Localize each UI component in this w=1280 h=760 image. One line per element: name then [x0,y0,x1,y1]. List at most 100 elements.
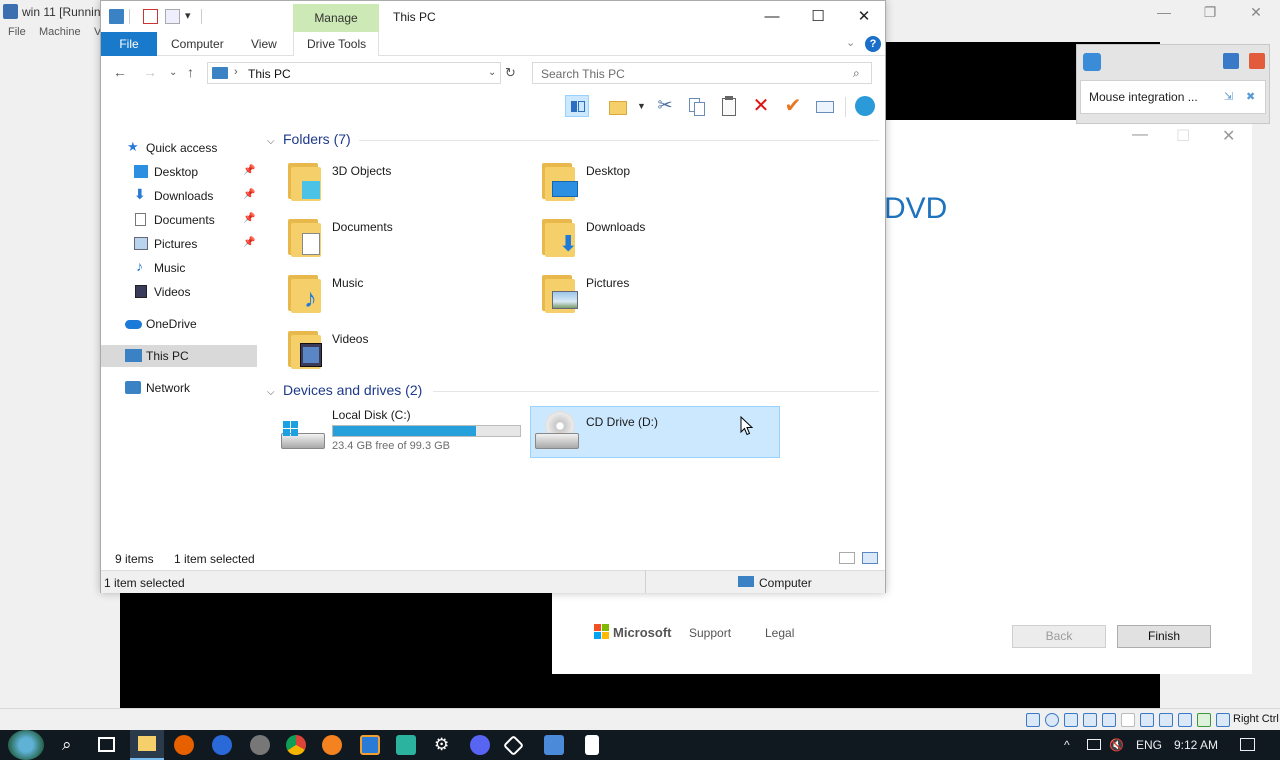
nav-item-desktop[interactable]: Desktop 📌 [101,161,257,183]
folder-pictures-icon[interactable] [542,273,578,313]
folder-label[interactable]: Desktop [586,164,630,178]
tab-file[interactable]: File [101,32,157,56]
nav-item-network[interactable]: Network [101,377,257,399]
address-bar[interactable]: › This PC ⌄ [207,62,501,84]
nav-item-music[interactable]: ♪ Music [101,257,257,279]
chromium-icon[interactable] [212,735,232,755]
usb-status-icon[interactable] [1102,713,1116,727]
vt-x-status-icon[interactable] [1178,713,1192,727]
display-status-icon[interactable] [1140,713,1154,727]
drive-label[interactable]: Local Disk (C:) [332,408,411,422]
mouse-integration-status-icon[interactable] [1216,713,1230,727]
vb-settings-icon[interactable] [1223,53,1239,69]
search-icon[interactable]: ⌕ [853,66,860,81]
drive-label[interactable]: CD Drive (D:) [586,415,658,429]
nav-item-pictures[interactable]: Pictures 📌 [101,233,257,255]
hard-disk-status-icon[interactable] [1026,713,1040,727]
discord-icon[interactable] [470,735,490,755]
customize-quick-access-icon[interactable]: ▾ [185,9,191,22]
task-view-icon[interactable] [98,737,115,752]
new-folder-icon[interactable] [165,9,180,24]
rename-check-icon[interactable]: ✔ [781,95,805,117]
recording-status-icon[interactable] [1159,713,1173,727]
collapse-chevron-icon[interactable]: ⌵ [267,136,279,147]
folder-videos-icon[interactable] [288,329,324,369]
nav-item-videos[interactable]: Videos [101,281,257,303]
audio-status-icon[interactable] [1064,713,1078,727]
pin-icon[interactable]: 📌 [243,237,255,248]
setup-finish-button[interactable]: Finish [1117,625,1211,648]
cut-icon[interactable]: ✂ [653,95,677,117]
folder-label[interactable]: Pictures [586,276,629,290]
setup-close-button[interactable]: ✕ [1222,126,1235,146]
maximize-button[interactable]: ☐ [795,5,841,29]
drives-group-header[interactable]: ⌵ Devices and drives (2) [267,382,422,398]
nav-item-documents[interactable]: Documents 📌 [101,209,257,231]
app-icon[interactable] [360,735,380,755]
globe-icon[interactable] [853,95,877,117]
notification-icon[interactable] [1083,53,1101,71]
setup-support-link[interactable]: Support [689,626,731,640]
document-taskbar-icon[interactable] [585,735,599,755]
app-icon[interactable] [322,735,342,755]
navigation-pane-icon[interactable] [565,95,589,117]
setup-minimize-button[interactable]: — [1132,126,1148,144]
folder-label[interactable]: 3D Objects [332,164,391,178]
cd-drive-icon[interactable] [535,411,581,451]
close-button[interactable]: ✕ [841,5,887,29]
shared-folders-status-icon[interactable] [1121,713,1135,727]
firefox-icon[interactable] [174,735,194,755]
recent-locations-icon[interactable]: ⌄ [169,67,177,78]
start-button-icon[interactable] [8,730,44,760]
copy-icon[interactable] [685,95,709,117]
help-icon[interactable]: ? [865,36,881,52]
nav-item-this-pc[interactable]: This PC [101,345,257,367]
this-pc-icon[interactable] [109,9,124,24]
vb-dismiss-icon[interactable]: ✖ [1246,90,1255,103]
delete-icon[interactable]: ✕ [749,95,773,117]
folder-label[interactable]: Documents [332,220,393,234]
speaker-muted-icon[interactable]: 🔇 [1109,738,1124,752]
clock[interactable]: 9:12 AM [1174,738,1218,752]
large-icons-view-icon[interactable] [862,552,878,564]
vb-pin-icon[interactable]: ⇲ [1224,90,1233,103]
optical-drive-status-icon[interactable] [1045,713,1059,727]
details-view-icon[interactable] [839,552,855,564]
refresh-icon[interactable]: ↻ [505,65,516,81]
pin-icon[interactable]: 📌 [243,165,255,176]
show-hidden-icons-icon[interactable]: ^ [1064,738,1070,752]
folder-music-icon[interactable]: ♪ [288,273,324,313]
up-arrow-icon[interactable]: ↑ [187,64,194,80]
paste-icon[interactable] [717,95,741,117]
app-icon[interactable] [396,735,416,755]
guest-additions-status-icon[interactable] [1197,713,1211,727]
search-box[interactable]: Search This PC ⌕ [532,62,872,84]
pin-icon[interactable]: 📌 [243,213,255,224]
email-icon[interactable] [813,95,837,117]
nav-item-downloads[interactable]: ⬇ Downloads 📌 [101,185,257,207]
nav-item-quick-access[interactable]: ★ Quick access [101,137,257,159]
folder-label[interactable]: Downloads [586,220,645,234]
network-status-icon[interactable] [1083,713,1097,727]
folder-documents-icon[interactable] [288,217,324,257]
pin-icon[interactable]: 📌 [243,189,255,200]
local-disk-icon[interactable] [281,419,325,453]
host-menu-machine[interactable]: Machine [39,26,81,38]
app-icon[interactable] [250,735,270,755]
host-close-button[interactable]: ✕ [1236,2,1276,22]
host-minimize-button[interactable]: — [1144,2,1184,22]
folder-desktop-icon[interactable] [542,161,578,201]
manage-contextual-tab[interactable]: Manage [293,4,379,32]
minimize-button[interactable]: — [749,5,795,29]
folder-3d-objects-icon[interactable] [288,161,324,201]
host-restore-button[interactable]: ❐ [1190,2,1230,22]
settings-gear-icon[interactable]: ⚙ [434,735,449,755]
virtualbox-taskbar-icon[interactable] [502,734,525,757]
tab-view[interactable]: View [251,37,277,51]
notification-center-icon[interactable] [1240,738,1255,751]
collapse-chevron-icon[interactable]: ⌵ [267,387,279,398]
app-icon[interactable] [544,735,564,755]
search-taskbar-icon[interactable]: ⌕ [62,735,72,755]
address-dropdown-icon[interactable]: ⌄ [488,67,496,78]
language-indicator[interactable]: ENG [1136,738,1162,752]
